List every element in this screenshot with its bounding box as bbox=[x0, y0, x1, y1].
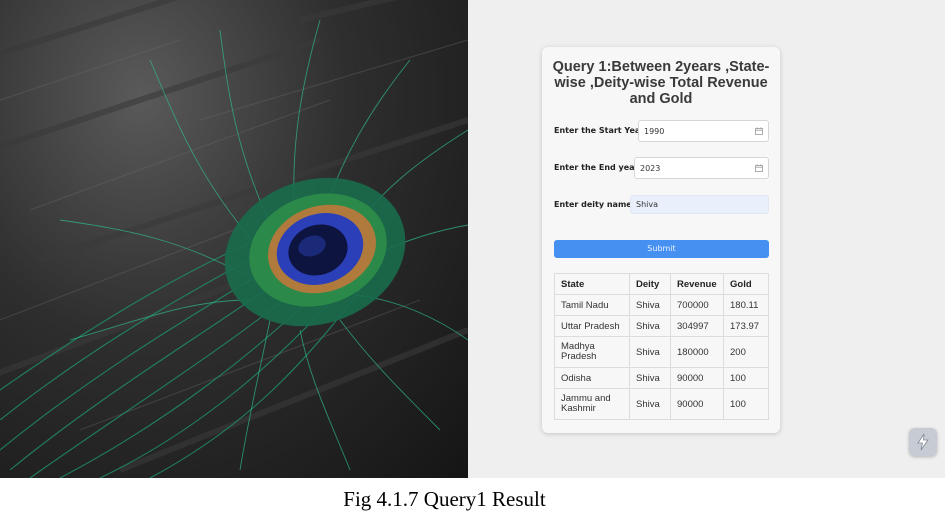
peacock-feather-image bbox=[0, 0, 468, 478]
cell-revenue: 700000 bbox=[670, 294, 724, 316]
deity-name-input[interactable]: Shiva bbox=[630, 195, 769, 214]
header-state: State bbox=[554, 273, 630, 295]
cell-gold: 200 bbox=[723, 336, 769, 368]
streamlit-bolt-icon bbox=[917, 433, 929, 451]
screenshot-area: Query 1:Between 2years ,State-wise ,Deit… bbox=[0, 0, 945, 478]
header-deity: Deity bbox=[629, 273, 671, 295]
cell-state: Madhya Pradesh bbox=[554, 336, 630, 368]
submit-button[interactable]: Submit bbox=[554, 240, 769, 258]
table-row: Uttar Pradesh Shiva 304997 173.97 bbox=[554, 315, 769, 337]
cell-state: Odisha bbox=[554, 367, 630, 389]
cell-revenue: 180000 bbox=[670, 336, 724, 368]
header-revenue: Revenue bbox=[670, 273, 724, 295]
cell-revenue: 90000 bbox=[670, 367, 724, 389]
calendar-icon[interactable] bbox=[755, 164, 763, 172]
results-table: State Deity Revenue Gold Tamil Nadu Shiv… bbox=[554, 273, 769, 420]
start-year-label: Enter the Start Year: bbox=[554, 126, 648, 135]
end-year-value: 2023 bbox=[640, 164, 661, 173]
end-year-label: Enter the End year: bbox=[554, 163, 642, 172]
header-gold: Gold bbox=[723, 273, 769, 295]
end-year-row: Enter the End year: 2023 bbox=[554, 157, 769, 181]
peacock-feather-illustration bbox=[0, 0, 468, 478]
cell-revenue: 304997 bbox=[670, 315, 724, 337]
table-row: Madhya Pradesh Shiva 180000 200 bbox=[554, 336, 769, 368]
figure-caption: Fig 4.1.7 Query1 Result bbox=[343, 487, 546, 511]
cell-deity: Shiva bbox=[629, 294, 671, 316]
cell-state: Tamil Nadu bbox=[554, 294, 630, 316]
table-row: Odisha Shiva 90000 100 bbox=[554, 367, 769, 389]
cell-state: Jammu and Kashmir bbox=[554, 388, 630, 420]
cell-deity: Shiva bbox=[629, 315, 671, 337]
cell-deity: Shiva bbox=[629, 367, 671, 389]
end-year-input[interactable]: 2023 bbox=[634, 157, 769, 179]
deity-name-value: Shiva bbox=[636, 200, 659, 209]
cell-gold: 100 bbox=[723, 388, 769, 420]
table-row: Jammu and Kashmir Shiva 90000 100 bbox=[554, 388, 769, 420]
table-row: Tamil Nadu Shiva 700000 180.11 bbox=[554, 294, 769, 316]
cell-gold: 180.11 bbox=[723, 294, 769, 316]
start-year-value: 1990 bbox=[644, 127, 665, 136]
calendar-icon[interactable] bbox=[755, 127, 763, 135]
cell-deity: Shiva bbox=[629, 336, 671, 368]
start-year-input[interactable]: 1990 bbox=[638, 120, 769, 142]
deity-row: Enter deity name: Shiva bbox=[554, 195, 769, 219]
app-main-panel: Query 1:Between 2years ,State-wise ,Deit… bbox=[468, 0, 945, 478]
cell-gold: 100 bbox=[723, 367, 769, 389]
query-form-card: Query 1:Between 2years ,State-wise ,Deit… bbox=[542, 47, 780, 433]
cell-state: Uttar Pradesh bbox=[554, 315, 630, 337]
assistant-button[interactable] bbox=[909, 428, 937, 456]
cell-deity: Shiva bbox=[629, 388, 671, 420]
deity-label: Enter deity name: bbox=[554, 200, 635, 209]
start-year-row: Enter the Start Year: 1990 bbox=[554, 120, 769, 144]
cell-revenue: 90000 bbox=[670, 388, 724, 420]
cell-gold: 173.97 bbox=[723, 315, 769, 337]
query-title: Query 1:Between 2years ,State-wise ,Deit… bbox=[552, 59, 770, 107]
table-header-row: State Deity Revenue Gold bbox=[554, 273, 769, 295]
